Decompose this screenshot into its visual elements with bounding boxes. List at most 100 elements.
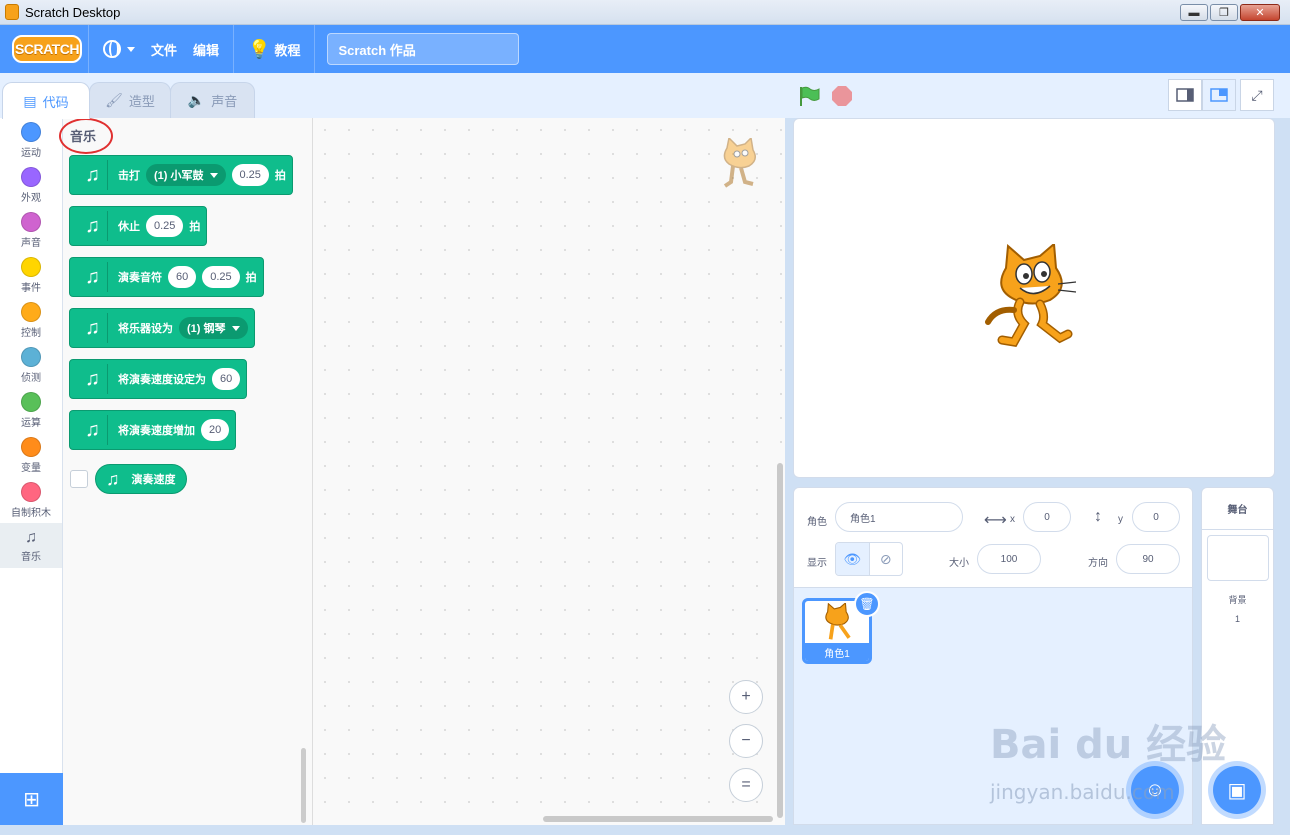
block-tempo-reporter[interactable]: ♫ 演奏速度 xyxy=(95,464,187,494)
vertical-arrows-icon: ↕ xyxy=(1094,508,1102,525)
cat-sprite-icon[interactable] xyxy=(984,244,1084,352)
baidu-watermark-url: jingyan.baidu.com xyxy=(990,780,1175,804)
tab-sounds[interactable]: 🔈 声音 xyxy=(170,82,255,118)
category-operators[interactable]: 运算 xyxy=(0,388,62,433)
show-sprite-button[interactable]: 👁 xyxy=(836,543,870,575)
zoom-out-button[interactable]: − xyxy=(729,724,763,758)
size-label: 大小 xyxy=(949,558,969,569)
music-notes-icon: ♫ xyxy=(25,529,37,546)
category-control[interactable]: 控制 xyxy=(0,298,62,343)
category-label: 运算 xyxy=(21,418,41,429)
category-label: 音乐 xyxy=(21,552,41,563)
language-menu[interactable] xyxy=(95,25,143,73)
block-play-drum[interactable]: ♫ 击打 (1) 小军鼓 0.25 拍 xyxy=(69,155,293,195)
fullscreen-button[interactable]: ⤢ xyxy=(1240,79,1274,111)
edit-menu[interactable]: 编辑 xyxy=(185,25,227,73)
sound-dot-icon xyxy=(21,212,41,232)
block-set-instrument[interactable]: ♫ 将乐器设为 (1) 钢琴 xyxy=(69,308,255,348)
eye-icon: 👁 xyxy=(843,550,862,567)
control-dot-icon xyxy=(21,302,41,322)
scratch-logo[interactable]: SCRATCH xyxy=(12,35,82,63)
stage-selector-header: 舞台 xyxy=(1202,488,1273,530)
x-input[interactable]: 0 xyxy=(1023,502,1071,532)
category-sensing[interactable]: 侦测 xyxy=(0,343,62,388)
sprite-watermark-cat-icon xyxy=(723,138,756,188)
tab-costumes-label: 造型 xyxy=(128,94,155,109)
window-title: Scratch Desktop xyxy=(25,4,121,20)
y-input[interactable]: 0 xyxy=(1132,502,1180,532)
script-horizontal-scrollbar[interactable] xyxy=(543,816,773,822)
block-change-tempo[interactable]: ♫ 将演奏速度增加 20 xyxy=(69,410,237,450)
script-vertical-scrollbar[interactable] xyxy=(777,463,783,818)
block-rest[interactable]: ♫ 休止 0.25 拍 xyxy=(69,206,208,246)
tutorials-menu[interactable]: 💡 教程 xyxy=(240,25,308,73)
menu-bar: SCRATCH 文件 编辑 💡 教程 Scratch 作品 xyxy=(0,25,1290,73)
zoom-reset-button[interactable]: = xyxy=(729,768,763,802)
hide-sprite-button[interactable]: ⊘ xyxy=(870,543,903,575)
choose-backdrop-button[interactable]: ▣ xyxy=(1213,766,1261,814)
green-flag-icon[interactable] xyxy=(798,85,820,107)
delete-sprite-button[interactable]: 🗑 xyxy=(854,591,880,617)
tab-code[interactable]: ▤ 代码 xyxy=(2,82,90,119)
speaker-icon: 🔈 xyxy=(187,92,206,108)
add-extension-button[interactable]: ⊞ xyxy=(0,773,63,825)
menu-divider xyxy=(233,25,235,73)
sprite-properties: 角色 角色1 ⟷ x 0 ↕ y 0 显示 👁 ⊘ 大小 100 方向 90 xyxy=(794,488,1192,588)
zoom-reset-icon: = xyxy=(741,776,751,793)
palette-scrollbar[interactable] xyxy=(301,748,306,823)
note-input[interactable]: 60 xyxy=(168,266,197,288)
category-label: 侦测 xyxy=(21,373,41,384)
stage-thumbnail[interactable] xyxy=(1206,535,1269,581)
music-notes-icon: ♫ xyxy=(78,160,108,190)
block-label: 拍 xyxy=(274,170,286,182)
backdrops-count: 1 xyxy=(1234,614,1240,624)
block-label: 演奏音符 xyxy=(118,272,162,284)
project-title-input[interactable]: Scratch 作品 xyxy=(327,33,520,65)
tutorials-label: 教程 xyxy=(274,42,301,58)
tempo-monitor-checkbox[interactable] xyxy=(70,470,88,488)
block-play-note[interactable]: ♫ 演奏音符 60 0.25 拍 xyxy=(69,257,264,297)
block-label: 将演奏速度增加 xyxy=(118,425,195,437)
block-set-tempo[interactable]: ♫ 将演奏速度设定为 60 xyxy=(69,359,248,399)
tempo-change-input[interactable]: 20 xyxy=(201,419,230,441)
size-input[interactable]: 100 xyxy=(977,544,1041,574)
stop-icon[interactable] xyxy=(832,86,852,106)
script-area[interactable]: + − = xyxy=(313,118,785,825)
beats-input[interactable]: 0.25 xyxy=(231,164,269,186)
category-label: 声音 xyxy=(21,238,41,249)
file-menu[interactable]: 文件 xyxy=(143,25,185,73)
sprite-name-input[interactable]: 角色1 xyxy=(835,502,963,532)
block-label: 演奏速度 xyxy=(131,474,176,486)
beats-input[interactable]: 0.25 xyxy=(146,215,184,237)
tab-costumes[interactable]: 🖌 造型 xyxy=(89,82,171,118)
category-label: 运动 xyxy=(21,148,41,159)
maximize-button[interactable]: ❐ xyxy=(1210,4,1238,21)
stage-canvas[interactable] xyxy=(793,118,1275,478)
category-my-blocks[interactable]: 自制积木 xyxy=(0,478,62,523)
category-sound[interactable]: 声音 xyxy=(0,208,62,253)
stage-header: ⤢ xyxy=(790,73,1290,118)
direction-input[interactable]: 90 xyxy=(1116,544,1180,574)
drum-dropdown[interactable]: (1) 小军鼓 xyxy=(146,164,226,186)
instrument-dropdown[interactable]: (1) 钢琴 xyxy=(179,317,248,339)
small-stage-button[interactable] xyxy=(1168,79,1202,111)
music-notes-icon: ♫ xyxy=(78,211,108,241)
category-motion[interactable]: 运动 xyxy=(0,118,62,163)
category-events[interactable]: 事件 xyxy=(0,253,62,298)
category-music[interactable]: ♫ 音乐 xyxy=(0,523,62,568)
category-menu: 运动 外观 声音 事件 控制 侦测 运算 变量 自制积木 ♫ 音乐 xyxy=(0,118,63,773)
sprite-info-pane: 角色 角色1 ⟷ x 0 ↕ y 0 显示 👁 ⊘ 大小 100 方向 90 角… xyxy=(793,487,1193,825)
close-button[interactable]: ✕ xyxy=(1240,4,1280,21)
beats-input[interactable]: 0.25 xyxy=(202,266,240,288)
category-looks[interactable]: 外观 xyxy=(0,163,62,208)
brush-icon: 🖌 xyxy=(105,92,123,108)
minimize-button[interactable]: ▬ xyxy=(1180,4,1208,21)
horizontal-arrows-icon: ⟷ xyxy=(984,512,1007,529)
baidu-watermark: Bai du 经验 xyxy=(990,722,1227,768)
normal-stage-button[interactable] xyxy=(1202,79,1236,111)
tempo-input[interactable]: 60 xyxy=(212,368,241,390)
category-variables[interactable]: 变量 xyxy=(0,433,62,478)
visibility-toggle: 👁 ⊘ xyxy=(835,542,903,576)
eye-slash-icon: ⊘ xyxy=(879,550,892,567)
zoom-in-button[interactable]: + xyxy=(729,680,763,714)
